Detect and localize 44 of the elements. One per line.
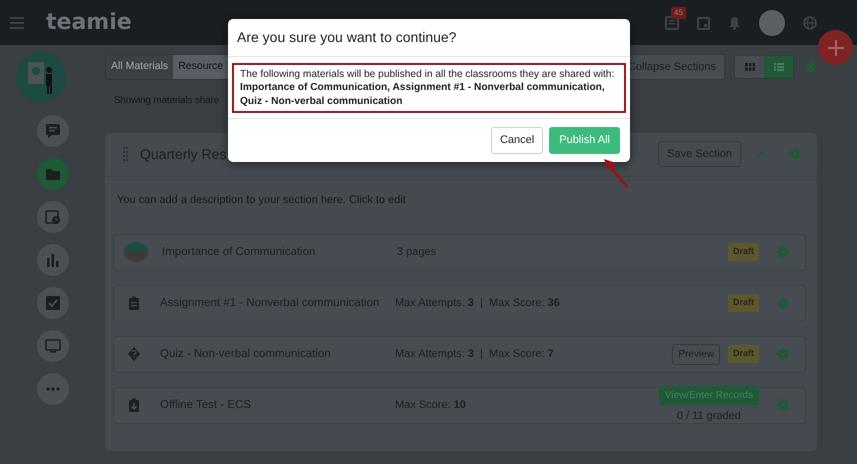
settings-icon[interactable]: [777, 246, 789, 258]
clipboard-icon: [128, 296, 140, 310]
more-icon: [46, 387, 60, 391]
sidebar-item[interactable]: [36, 201, 68, 233]
settings-icon[interactable]: [789, 148, 801, 160]
dialog-message: The following materials will be published in all the classrooms they are shared with: Importance of Communication, Assignment #1 - Nonverbal communication, Quiz - Non-verbal communication: [232, 63, 626, 113]
thumbnail-image: [124, 242, 148, 262]
menu-icon[interactable]: [10, 16, 24, 28]
notification-badge: 45: [671, 6, 686, 18]
drag-handle-icon[interactable]: [123, 147, 128, 162]
view-toggle[interactable]: [735, 56, 764, 78]
publish-button[interactable]: Publish All: [549, 127, 620, 154]
settings-icon[interactable]: [777, 348, 789, 360]
logo[interactable]: teamie: [46, 6, 132, 39]
sidebar-item[interactable]: [36, 158, 68, 190]
bell-icon[interactable]: [728, 16, 741, 30]
filter-tab[interactable]: Resource: [173, 55, 228, 79]
grid-icon: [744, 63, 754, 71]
settings-icon[interactable]: [805, 61, 817, 73]
calendar-icon[interactable]: [697, 16, 710, 30]
monitor-icon: [44, 338, 60, 354]
sidebar-item[interactable]: [36, 330, 68, 362]
newspaper-icon[interactable]: [665, 16, 679, 30]
sidebar-item[interactable]: [36, 373, 68, 405]
list-icon: [774, 63, 784, 71]
settings-icon[interactable]: [777, 297, 789, 310]
globe-icon[interactable]: [803, 16, 817, 30]
folder-icon: [44, 166, 60, 182]
view-toggle[interactable]: [764, 56, 793, 78]
sidebar-item[interactable]: [36, 115, 68, 147]
sidebar-item[interactable]: [36, 244, 68, 276]
calendar-clock-icon: [44, 209, 60, 225]
message-icon: [44, 123, 60, 139]
question-diamond-icon: [128, 347, 140, 362]
checkbox-icon: [44, 295, 60, 311]
avatar[interactable]: [759, 10, 785, 36]
clipboard-download-icon: [128, 398, 140, 412]
sidebar-item[interactable]: [36, 287, 68, 319]
settings-icon[interactable]: [777, 399, 789, 412]
plus-icon: [828, 40, 844, 56]
cancel-button[interactable]: Cancel: [490, 127, 544, 154]
dialog-title: Are you sure you want to continue?: [237, 28, 456, 47]
bar-chart-icon: [44, 252, 60, 268]
chevron-up-icon[interactable]: [757, 151, 767, 158]
